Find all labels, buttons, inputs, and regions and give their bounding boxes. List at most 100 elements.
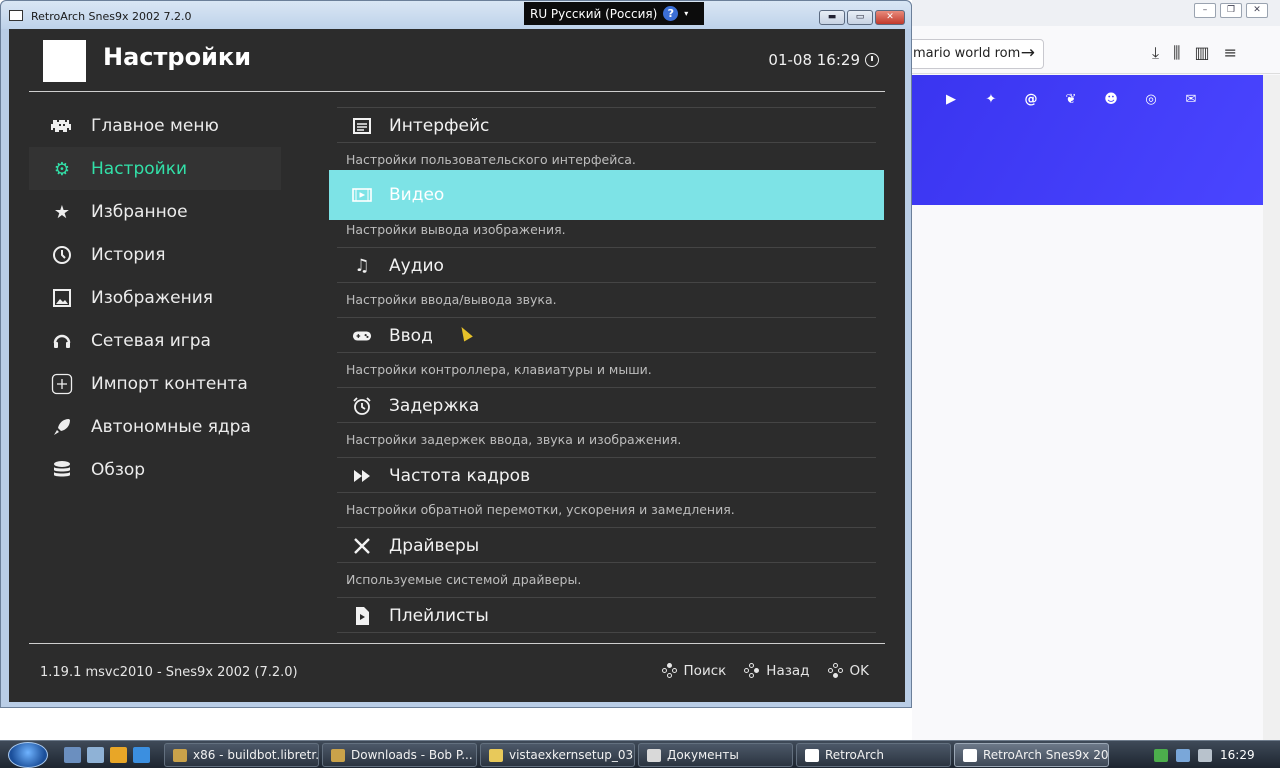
menu-item-header: ♫ Аудио — [337, 247, 876, 283]
go-arrow-icon[interactable]: → — [1021, 43, 1035, 63]
clock-icon — [865, 53, 879, 67]
hamburger-menu-icon[interactable]: ≡ — [1224, 43, 1237, 63]
mastodon-icon[interactable]: @ — [1022, 92, 1040, 108]
menu-item-video[interactable]: Видео Настройки вывода изображения. — [329, 170, 884, 247]
sidebar-item-label: Главное меню — [91, 115, 219, 136]
settings-list: Интерфейс Настройки пользовательского ин… — [329, 107, 884, 637]
menu-item-header: Видео — [329, 170, 884, 220]
browser-close-button[interactable]: ✕ — [1246, 3, 1268, 18]
firefox-icon — [173, 748, 187, 762]
discord-icon[interactable]: ☻ — [1102, 92, 1120, 108]
library-icon[interactable]: ⫼ — [1173, 43, 1180, 63]
menu-item-interface[interactable]: Интерфейс Настройки пользовательского ин… — [329, 107, 884, 177]
task-downloads[interactable]: Downloads - Bob P... — [322, 743, 477, 767]
sidebar-item-label: Автономные ядра — [91, 416, 251, 437]
sidebar-item-netplay[interactable]: Сетевая игра — [29, 319, 281, 362]
hint-label: OK — [849, 663, 869, 679]
sidebar-item-history[interactable]: История — [29, 233, 281, 276]
download-icon[interactable]: ⤓ — [1152, 43, 1159, 63]
hint-search[interactable]: Поиск — [661, 663, 726, 679]
taskbar: x86 - buildbot.libretr... Downloads - Bo… — [0, 740, 1280, 768]
show-desktop-icon[interactable] — [64, 747, 81, 763]
hint-back[interactable]: Назад — [744, 663, 810, 679]
language-bar-options-icon[interactable]: ▾ — [684, 9, 688, 18]
language-label: RU Русский (Россия) — [530, 6, 658, 21]
menu-item-description: Используемые системой драйверы. — [346, 572, 582, 587]
header-divider — [29, 91, 885, 92]
menu-item-label: Драйверы — [389, 536, 480, 556]
menu-item-label: Задержка — [389, 396, 480, 416]
browser-minimize-button[interactable]: – — [1194, 3, 1216, 18]
task-retroarch-snes9x[interactable]: RetroArch Snes9x 20... — [954, 743, 1109, 767]
sidebar-item-label: Обзор — [91, 459, 146, 480]
menu-item-description: Настройки обратной перемотки, ускорения … — [346, 502, 735, 517]
menu-item-header: Частота кадров — [337, 457, 876, 493]
menu-item-frame-throttle[interactable]: Частота кадров Настройки обратной перемо… — [329, 457, 884, 527]
youtube-icon[interactable]: ▶ — [942, 92, 960, 108]
sidebar-item-import-content[interactable]: Импорт контента — [29, 362, 281, 405]
help-icon[interactable]: ? — [663, 6, 679, 21]
minimize-button[interactable]: ▬ — [819, 10, 845, 25]
sidebar-item-label: Избранное — [91, 201, 188, 222]
close-button[interactable]: ✕ — [875, 10, 905, 25]
internet-explorer-icon[interactable] — [133, 747, 150, 763]
menu-item-label: Плейлисты — [389, 606, 489, 626]
email-icon[interactable]: ✉ — [1182, 92, 1200, 108]
menu-item-drivers[interactable]: Драйверы Используемые системой драйверы. — [329, 527, 884, 597]
sidebar-item-images[interactable]: Изображения — [29, 276, 281, 319]
menu-item-label: Видео — [389, 185, 445, 205]
task-label: vistaexkernsetup_03... — [509, 748, 635, 762]
page-title: Настройки — [103, 43, 252, 71]
menu-item-description: Настройки вывода изображения. — [346, 222, 566, 237]
switch-windows-icon[interactable] — [87, 747, 104, 763]
menu-item-description: Настройки ввода/вывода звука. — [346, 292, 557, 307]
url-text: mario world rom — [913, 46, 1021, 61]
twitter-icon[interactable]: ✦ — [982, 92, 1000, 108]
sidebar-item-browse[interactable]: Обзор — [29, 448, 281, 491]
sidebar-item-standalone-cores[interactable]: Автономные ядра — [29, 405, 281, 448]
language-bar[interactable]: RU Русский (Россия) ? ▾ — [524, 2, 704, 25]
task-vistaexkernsetup[interactable]: vistaexkernsetup_03... — [480, 743, 635, 767]
task-retroarch[interactable]: RetroArch — [796, 743, 951, 767]
task-label: Документы — [667, 748, 739, 762]
sidebar-toggle-icon[interactable]: ▥ — [1194, 43, 1209, 63]
start-button[interactable] — [8, 742, 48, 768]
menu-item-input[interactable]: Ввод Настройки контроллера, клавиатуры и… — [329, 317, 884, 387]
github-icon[interactable]: ◎ — [1142, 92, 1160, 108]
sidebar-item-label: Настройки — [91, 158, 188, 179]
browser-maximize-button[interactable]: ❐ — [1220, 3, 1242, 18]
image-icon — [51, 287, 73, 309]
browser-scrollbar[interactable] — [1263, 75, 1280, 740]
menu-item-playlists[interactable]: Плейлисты — [329, 597, 884, 637]
menu-item-latency[interactable]: Задержка Настройки задержек ввода, звука… — [329, 387, 884, 457]
system-tray: 16:29 — [1140, 743, 1280, 767]
volume-icon[interactable] — [1198, 748, 1212, 762]
gamepad-icon — [351, 325, 373, 347]
network-icon[interactable] — [1176, 748, 1190, 762]
tray-app-icon[interactable] — [1154, 748, 1168, 762]
sidebar-item-settings[interactable]: ⚙ Настройки — [29, 147, 281, 190]
hint-ok[interactable]: OK — [827, 663, 869, 679]
sidebar-item-label: Сетевая игра — [91, 330, 211, 351]
sidebar-item-main-menu[interactable]: Главное меню — [29, 104, 281, 147]
sidebar-item-favorites[interactable]: ★ Избранное — [29, 190, 281, 233]
alarm-clock-icon — [351, 395, 373, 417]
tools-icon — [351, 535, 373, 557]
browser-toolbar: mario world rom → ⤓ ⫼ ▥ ≡ — [908, 26, 1280, 74]
retroarch-icon — [805, 748, 819, 762]
menu-item-label: Аудио — [389, 256, 444, 276]
menu-item-audio[interactable]: ♫ Аудио Настройки ввода/вывода звука. — [329, 247, 884, 317]
thumbnail-placeholder — [43, 40, 86, 82]
window-titlebar: RetroArch Snes9x 2002 7.2.0 ▬ ▭ ✕ — [1, 1, 911, 29]
maximize-button[interactable]: ▭ — [847, 10, 873, 25]
browser-url-field[interactable]: mario world rom → — [908, 39, 1044, 69]
bluesky-icon[interactable]: ❦ — [1062, 92, 1080, 108]
taskbar-buttons: x86 - buildbot.libretr... Downloads - Bo… — [164, 743, 1109, 767]
task-documents[interactable]: Документы — [638, 743, 793, 767]
media-player-icon[interactable] — [110, 747, 127, 763]
clock: 01-08 16:29 — [768, 51, 879, 69]
task-buildbot[interactable]: x86 - buildbot.libretr... — [164, 743, 319, 767]
taskbar-clock[interactable]: 16:29 — [1220, 748, 1255, 762]
task-label: Downloads - Bob P... — [351, 748, 473, 762]
menu-item-description: Настройки контроллера, клавиатуры и мыши… — [346, 362, 652, 377]
